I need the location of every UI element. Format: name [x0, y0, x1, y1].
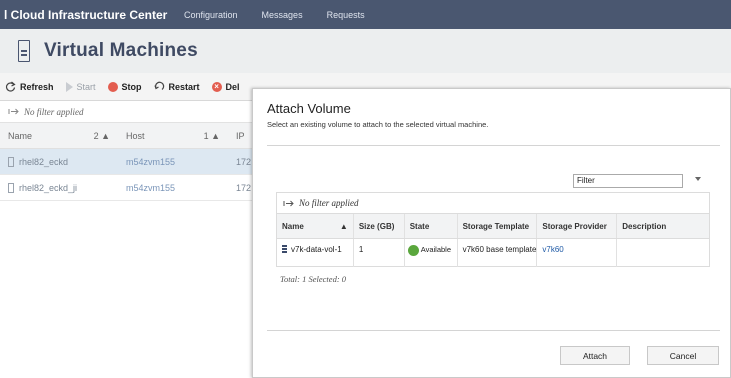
column-header-size[interactable]: Size (GB) — [354, 214, 405, 238]
volume-name: v7k-data-vol-1 — [291, 245, 342, 254]
column-header-name[interactable]: Name 2 ▲ — [0, 131, 118, 141]
volume-description — [617, 239, 709, 267]
row-name-cell: rhel82_eckd — [0, 156, 118, 167]
column-host-sort: 1 ▲ — [203, 130, 220, 141]
volume-table: No filter applied Name ▲ Size (GB) State… — [276, 192, 710, 267]
volume-state: Available — [420, 245, 452, 254]
table-row[interactable]: rhel82_eckd_ji m54zvm155 172 — [0, 175, 252, 201]
stop-button[interactable]: Stop — [107, 81, 142, 92]
column-name-label: Name — [282, 221, 304, 231]
divider — [267, 330, 720, 331]
total-selected-text: Total: 1 Selected: 0 — [280, 274, 347, 284]
vm-host[interactable]: m54zvm155 — [118, 157, 228, 167]
filter-arrow-icon — [8, 108, 19, 115]
play-icon — [65, 81, 73, 92]
column-header-description[interactable]: Description — [617, 214, 709, 238]
column-host-label: Host — [126, 130, 145, 141]
chevron-down-icon[interactable] — [695, 177, 701, 181]
restart-button[interactable]: Restart — [153, 81, 200, 92]
vm-list-header: Name 2 ▲ Host 1 ▲ IP — [0, 123, 252, 149]
column-name-sort: 2 ▲ — [93, 130, 110, 141]
column-header-host[interactable]: Host 1 ▲ — [118, 131, 228, 141]
page-header: Virtual Machines — [0, 29, 731, 73]
refresh-label: Refresh — [20, 81, 54, 92]
vm-list-panel: No filter applied Name 2 ▲ Host 1 ▲ IP r… — [0, 101, 252, 378]
vm-ip: 172 — [236, 156, 252, 167]
volume-provider-link[interactable]: v7k60 — [537, 239, 618, 267]
volume-table-header: Name ▲ Size (GB) State Storage Template … — [277, 214, 709, 239]
column-header-name[interactable]: Name ▲ — [277, 214, 354, 238]
start-label: Start — [76, 81, 96, 92]
column-header-state[interactable]: State — [405, 214, 458, 238]
volume-icon — [282, 245, 287, 254]
nav-configuration[interactable]: Configuration — [184, 10, 238, 20]
column-name-label: Name — [8, 130, 33, 141]
refresh-icon — [6, 81, 16, 92]
delete-button[interactable]: × Del — [211, 81, 240, 92]
column-header-storage-provider[interactable]: Storage Provider — [537, 214, 618, 238]
attach-volume-dialog: Attach Volume Select an existing volume … — [252, 88, 731, 378]
vm-name: rhel82_eckd — [19, 156, 69, 167]
volume-filter-bar[interactable]: No filter applied — [277, 193, 709, 214]
divider — [267, 145, 720, 146]
nav-messages[interactable]: Messages — [262, 10, 303, 20]
stop-label: Stop — [121, 81, 142, 92]
main-nav: Configuration Messages Requests — [184, 10, 365, 20]
app-title[interactable]: l Cloud Infrastructure Center — [0, 8, 184, 22]
filter-arrow-icon — [283, 200, 294, 206]
column-ip-label: IP — [236, 130, 245, 141]
attach-button[interactable]: Attach — [560, 346, 630, 365]
virtual-machine-icon — [18, 40, 30, 62]
vm-icon — [8, 156, 14, 167]
start-button[interactable]: Start — [65, 81, 96, 92]
volume-state-cell: Available — [405, 239, 458, 267]
vm-list-filter-text: No filter applied — [24, 106, 84, 117]
volume-size: 1 — [354, 239, 405, 267]
restart-icon — [153, 81, 164, 90]
vm-icon — [8, 182, 14, 193]
page-title: Virtual Machines — [44, 40, 198, 61]
nav-requests[interactable]: Requests — [327, 10, 365, 20]
table-row[interactable]: rhel82_eckd m54zvm155 172 — [0, 149, 252, 175]
vm-ip: 172 — [236, 182, 252, 193]
delete-label: Del — [225, 81, 240, 92]
stop-icon — [107, 81, 118, 92]
vm-name: rhel82_eckd_ji — [19, 182, 78, 193]
filter-input[interactable]: Filter — [573, 174, 683, 188]
vm-list-filter-bar[interactable]: No filter applied — [0, 101, 252, 123]
volume-name-cell: v7k-data-vol-1 — [277, 239, 354, 267]
refresh-button[interactable]: Refresh — [5, 81, 54, 92]
top-nav-bar: l Cloud Infrastructure Center Configurat… — [0, 0, 731, 29]
row-name-cell: rhel82_eckd_ji — [0, 182, 118, 193]
cancel-button[interactable]: Cancel — [647, 346, 719, 365]
column-header-storage-template[interactable]: Storage Template — [458, 214, 538, 238]
dialog-subtitle: Select an existing volume to attach to t… — [267, 120, 489, 129]
available-status-icon — [407, 245, 419, 256]
sort-ascending-icon: ▲ — [339, 221, 348, 231]
table-row[interactable]: v7k-data-vol-1 1 Available v7k60 base te… — [277, 239, 709, 267]
restart-label: Restart — [168, 81, 200, 92]
delete-icon: × — [211, 81, 222, 92]
volume-template: v7k60 base template — [458, 239, 538, 267]
dialog-title: Attach Volume — [267, 101, 351, 116]
column-header-ip[interactable]: IP — [228, 131, 252, 141]
volume-filter-text: No filter applied — [299, 198, 359, 208]
vm-host[interactable]: m54zvm155 — [118, 183, 228, 193]
